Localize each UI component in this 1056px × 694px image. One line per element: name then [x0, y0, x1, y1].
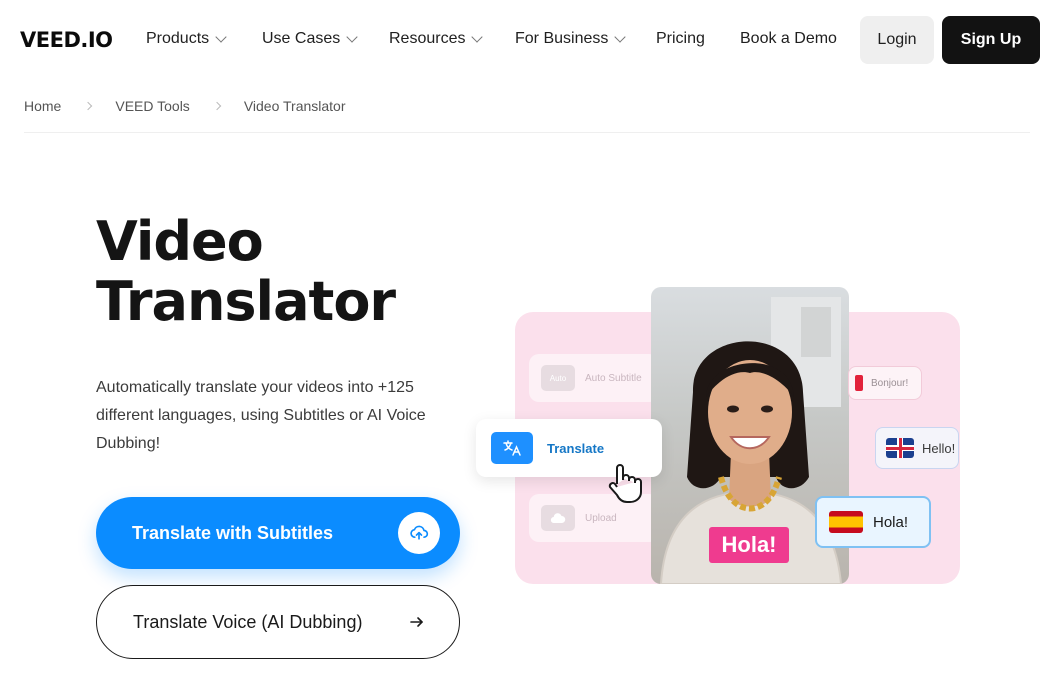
nav-products-label: Products [146, 30, 210, 47]
breadcrumb-divider [24, 132, 1030, 133]
page-title-line-2: Translator [96, 270, 396, 333]
hola-text: Hola! [873, 513, 909, 531]
nav-resources-label: Resources [389, 30, 466, 47]
hero-description: Automatically translate your videos into… [96, 379, 426, 452]
hola-subtitle-caption: Hola! [709, 527, 789, 563]
spain-flag-icon [829, 511, 863, 533]
ghost-auto-subtitle-card: Auto Auto Subtitle [529, 354, 659, 402]
translate-label: Translate [547, 440, 605, 456]
translate-icon [491, 432, 533, 464]
translate-voice-label: Translate Voice (AI Dubbing) [133, 611, 363, 632]
veed-logo[interactable]: VEED.IO [20, 28, 113, 52]
page-title: Video Translator [96, 212, 476, 332]
chevron-down-icon [215, 31, 227, 43]
breadcrumb-veed-tools[interactable]: VEED Tools [115, 98, 189, 114]
ghost-auto-subtitle-label: Auto Subtitle [585, 372, 642, 384]
breadcrumb: Home VEED Tools Video Translator [24, 98, 346, 114]
breadcrumb-home[interactable]: Home [24, 98, 61, 114]
nav-book-a-demo[interactable]: Book a Demo [740, 30, 837, 48]
chevron-down-icon [614, 31, 627, 43]
ghost-upload-label: Upload [585, 512, 617, 524]
page-title-line-1: Video [96, 210, 264, 273]
breadcrumb-current: Video Translator [243, 98, 346, 114]
nav-book-a-demo-label: Book a Demo [740, 30, 837, 47]
chevron-down-icon [471, 31, 484, 43]
bonjour-text: Bonjour! [871, 377, 909, 389]
translate-with-subtitles-button[interactable]: Translate with Subtitles [96, 497, 460, 569]
upload-cloud-icon [398, 512, 440, 554]
cloud-icon [541, 505, 575, 531]
nav-products[interactable]: Products [146, 30, 227, 48]
uk-flag-icon [886, 438, 914, 458]
nav-pricing[interactable]: Pricing [656, 30, 705, 48]
hello-bubble: Hello! [875, 427, 959, 469]
sign-up-button[interactable]: Sign Up [942, 16, 1040, 64]
nav-use-cases[interactable]: Use Cases [262, 30, 358, 48]
nav-pricing-label: Pricing [656, 30, 705, 47]
france-flag-icon [855, 375, 863, 391]
nav-use-cases-label: Use Cases [262, 30, 341, 47]
nav-resources[interactable]: Resources [389, 30, 484, 48]
nav-for-business-label: For Business [515, 30, 609, 47]
auto-badge-icon: Auto [541, 365, 575, 391]
translate-with-subtitles-label: Translate with Subtitles [132, 522, 334, 543]
top-navigation: VEED.IO Products Use Cases Resources For… [0, 0, 1056, 80]
hello-text: Hello! [922, 440, 956, 456]
chevron-right-icon [212, 101, 222, 111]
bonjour-bubble: Bonjour! [848, 366, 922, 400]
nav-for-business[interactable]: For Business [515, 30, 627, 48]
hand-pointer-icon [606, 462, 644, 509]
login-button[interactable]: Login [860, 16, 934, 64]
arrow-right-icon [409, 614, 425, 635]
hola-bubble: Hola! [815, 496, 931, 548]
chevron-down-icon [346, 31, 358, 43]
chevron-right-icon [84, 101, 93, 111]
translate-voice-button[interactable]: Translate Voice (AI Dubbing) [96, 585, 460, 659]
